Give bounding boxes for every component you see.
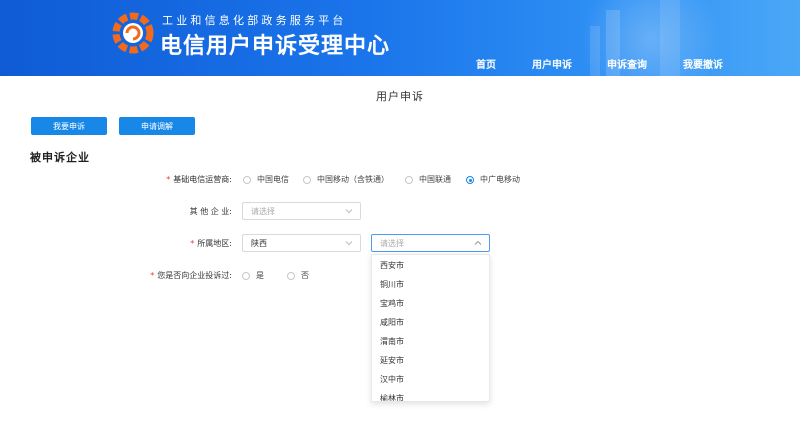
complain-button[interactable]: 我要申诉 <box>31 117 107 135</box>
city-option[interactable]: 延安市 <box>380 355 404 366</box>
city-option[interactable]: 渭南市 <box>380 336 404 347</box>
radio-circle[interactable] <box>243 175 251 184</box>
header-decoration <box>590 26 600 76</box>
chevron-up-icon <box>474 240 482 245</box>
other-company-select[interactable]: 请选择 <box>242 202 361 220</box>
nav-complaint-query[interactable]: 申诉查询 <box>607 56 647 71</box>
radio-circle[interactable] <box>405 175 413 184</box>
province-select[interactable]: 陕西 <box>242 234 361 252</box>
operator-label: * 基础电信运营商: <box>166 175 232 184</box>
city-option[interactable]: 咸阳市 <box>380 317 404 328</box>
nav-user-complaint[interactable]: 用户申诉 <box>532 56 572 71</box>
region-label: * 所属地区: <box>190 239 232 248</box>
operator-option-mobile[interactable]: 中国移动（含铁通） <box>303 174 389 185</box>
complained-no-option[interactable]: 否 <box>287 270 309 281</box>
city-option[interactable]: 宝鸡市 <box>380 298 404 309</box>
operator-option-unicom[interactable]: 中国联通 <box>405 174 451 185</box>
radio-circle[interactable] <box>242 271 250 280</box>
site-title[interactable]: 电信用户申诉受理中心 <box>160 28 390 60</box>
nav-home[interactable]: 首页 <box>476 56 496 71</box>
radio-circle-selected[interactable] <box>466 175 474 184</box>
other-company-label: 其 他 企 业: <box>189 207 232 216</box>
required-mark: * <box>150 271 155 280</box>
complained-before-label: * 您是否向企业投诉过: <box>150 271 232 280</box>
city-option[interactable]: 汉中市 <box>380 374 404 385</box>
header-decoration <box>660 0 680 76</box>
city-option[interactable]: 榆林市 <box>380 393 404 401</box>
nav-withdraw-complaint[interactable]: 我要撤诉 <box>683 56 723 71</box>
city-select[interactable]: 请选择 <box>371 234 490 252</box>
radio-circle[interactable] <box>303 175 311 184</box>
operator-option-telecom[interactable]: 中国电信 <box>243 174 289 185</box>
complained-yes-option[interactable]: 是 <box>242 270 264 281</box>
mediation-button[interactable]: 申请调解 <box>119 117 195 135</box>
site-header: 工业和信息化部政务服务平台 电信用户申诉受理中心 首页 用户申诉 申诉查询 我要… <box>0 0 800 76</box>
chevron-down-icon <box>345 209 353 214</box>
page-title: 用户申诉 <box>376 90 424 103</box>
required-mark: * <box>166 175 171 184</box>
city-option[interactable]: 铜川市 <box>380 279 404 290</box>
operator-option-broadnet[interactable]: 中广电移动 <box>466 174 520 185</box>
radio-circle[interactable] <box>287 271 295 280</box>
site-subtitle: 工业和信息化部政务服务平台 <box>162 14 347 27</box>
city-dropdown[interactable]: 西安市 铜川市 宝鸡市 咸阳市 渭南市 延安市 汉中市 榆林市 <box>371 254 490 402</box>
city-option[interactable]: 西安市 <box>380 260 404 271</box>
required-mark: * <box>190 239 195 248</box>
section-title: 被申诉企业 <box>30 151 90 164</box>
chevron-down-icon <box>345 241 353 246</box>
site-logo-icon[interactable] <box>112 12 154 54</box>
